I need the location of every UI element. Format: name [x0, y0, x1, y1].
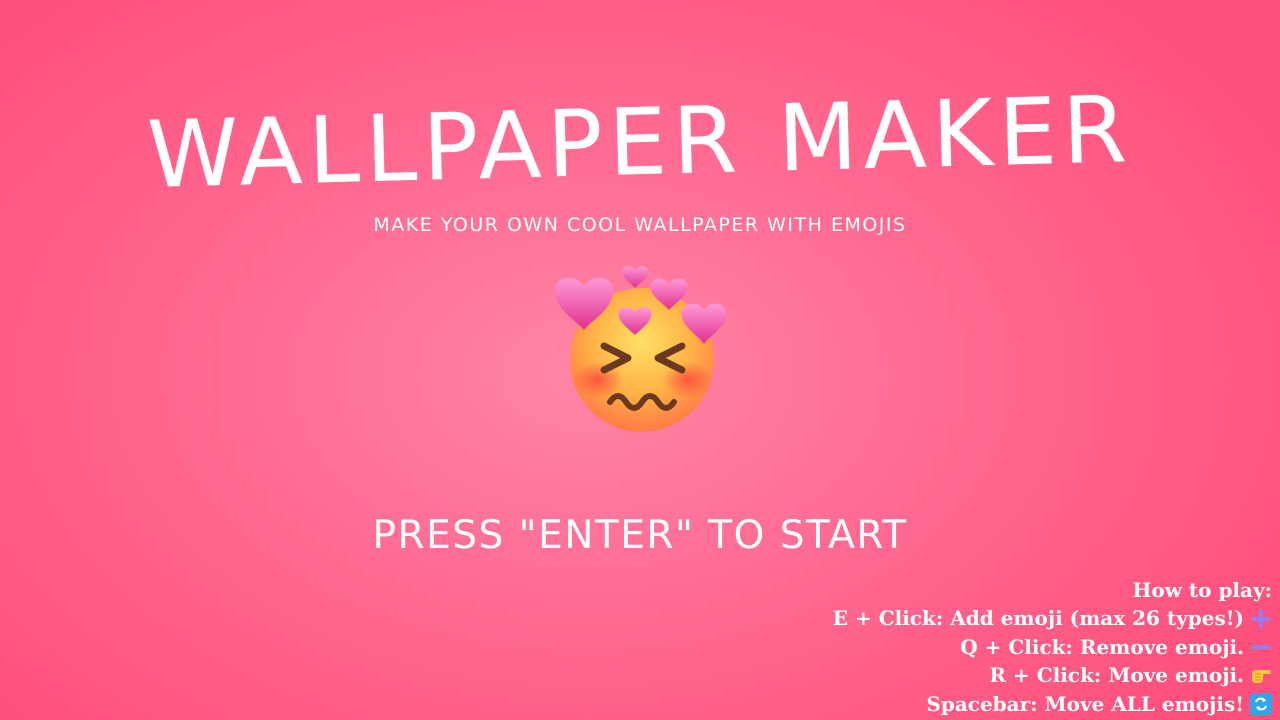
instruction-text: Q + Click: Remove emoji. — [960, 634, 1244, 659]
pointing-hand-icon — [1250, 664, 1272, 686]
plus-icon — [1250, 608, 1272, 630]
instruction-remove-emoji: Q + Click: Remove emoji. — [833, 633, 1272, 661]
how-to-play-panel: How to play: E + Click: Add emoji (max 2… — [833, 576, 1272, 718]
instruction-add-emoji: E + Click: Add emoji (max 26 types!) — [833, 604, 1272, 632]
game-title: WALLPAPER MAKER — [146, 76, 1134, 209]
instruction-text: R + Click: Move emoji. — [989, 663, 1244, 688]
how-to-play-heading-text: How to play: — [1132, 578, 1272, 602]
game-subtitle: MAKE YOUR OWN COOL WALLPAPER WITH EMOJIS — [373, 214, 907, 236]
instruction-text: E + Click: Add emoji (max 26 types!) — [832, 606, 1244, 631]
instruction-move-emoji: R + Click: Move emoji. — [833, 661, 1272, 689]
game-screen[interactable]: WALLPAPER MAKER MAKE YOUR OWN COOL WALLP… — [0, 0, 1280, 720]
instruction-text: Spacebar: Move ALL emojis! — [926, 691, 1244, 716]
repeat-icon — [1250, 692, 1272, 715]
instruction-move-all: Spacebar: Move ALL emojis! — [833, 690, 1272, 718]
how-to-play-heading: How to play: — [833, 576, 1272, 604]
minus-icon — [1250, 636, 1272, 658]
start-prompt: PRESS "ENTER" TO START — [372, 513, 908, 558]
face-with-hearts-emoji — [548, 262, 732, 438]
